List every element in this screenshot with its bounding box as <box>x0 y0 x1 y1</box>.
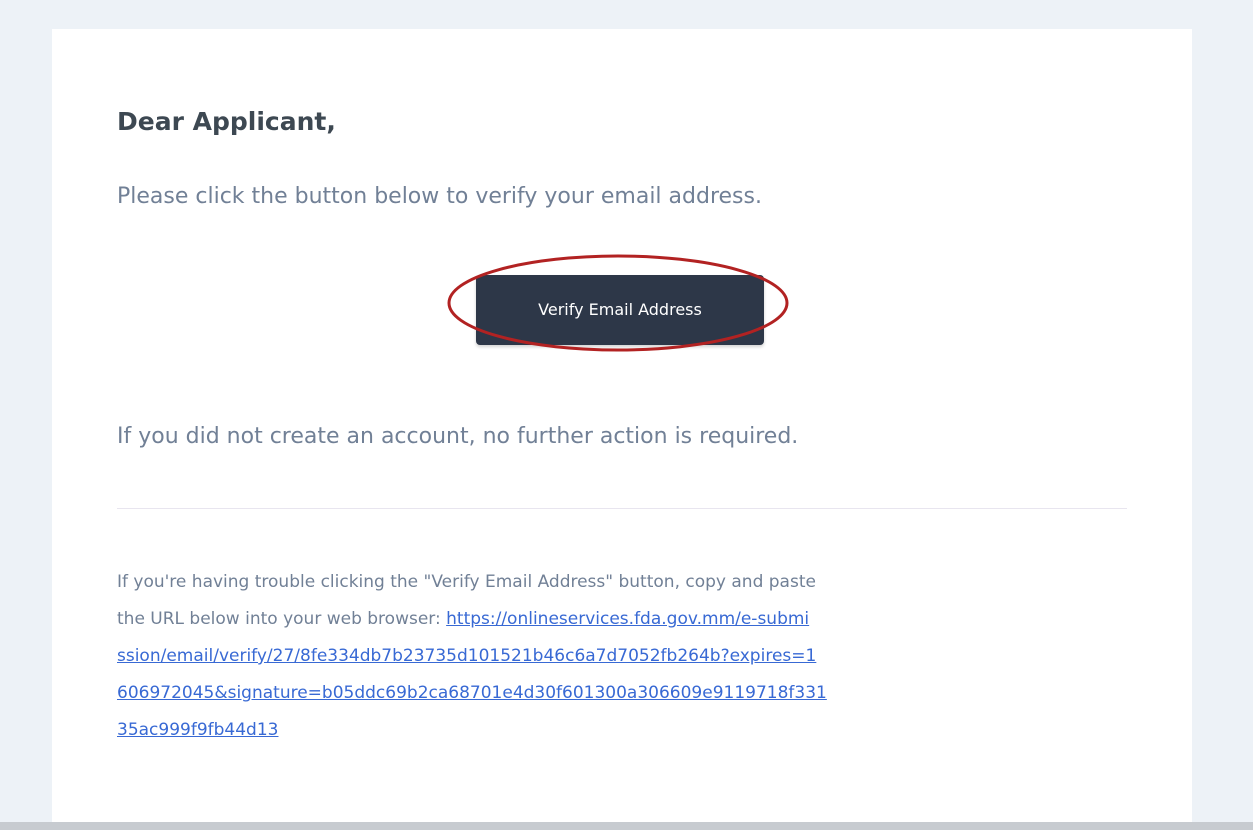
intro-text: Please click the button below to verify … <box>117 184 762 209</box>
subcopy-line-3: ssion/email/verify/27/8fe334db7b23735d10… <box>117 638 1137 675</box>
window-bottom-border <box>0 822 1253 830</box>
verify-url-link-part-1[interactable]: https://onlineservices.fda.gov.mm/e-subm… <box>446 609 809 629</box>
subcopy-paragraph: If you're having trouble clicking the "V… <box>117 564 1137 749</box>
verify-email-button[interactable]: Verify Email Address <box>476 275 764 345</box>
verify-url-link-part-2[interactable]: ssion/email/verify/27/8fe334db7b23735d10… <box>117 646 816 666</box>
verify-button-area: Verify Email Address <box>446 252 791 354</box>
greeting-heading: Dear Applicant, <box>117 107 336 136</box>
divider <box>117 508 1127 509</box>
subcopy-line-1: If you're having trouble clicking the "V… <box>117 572 816 592</box>
subcopy-line-5: 35ac999f9fb44d13 <box>117 712 1137 749</box>
subcopy-text-2: the URL below into your web browser: <box>117 609 447 629</box>
subcopy-line-4: 606972045&signature=b05ddc69b2ca68701e4d… <box>117 675 1137 712</box>
subcopy-line-2: the URL below into your web browser: htt… <box>117 601 1137 638</box>
verify-url-link-part-3[interactable]: 606972045&signature=b05ddc69b2ca68701e4d… <box>117 683 827 703</box>
verify-url-link-part-4[interactable]: 35ac999f9fb44d13 <box>117 720 278 740</box>
email-card: Dear Applicant, Please click the button … <box>52 29 1192 830</box>
no-action-text: If you did not create an account, no fur… <box>117 424 799 449</box>
